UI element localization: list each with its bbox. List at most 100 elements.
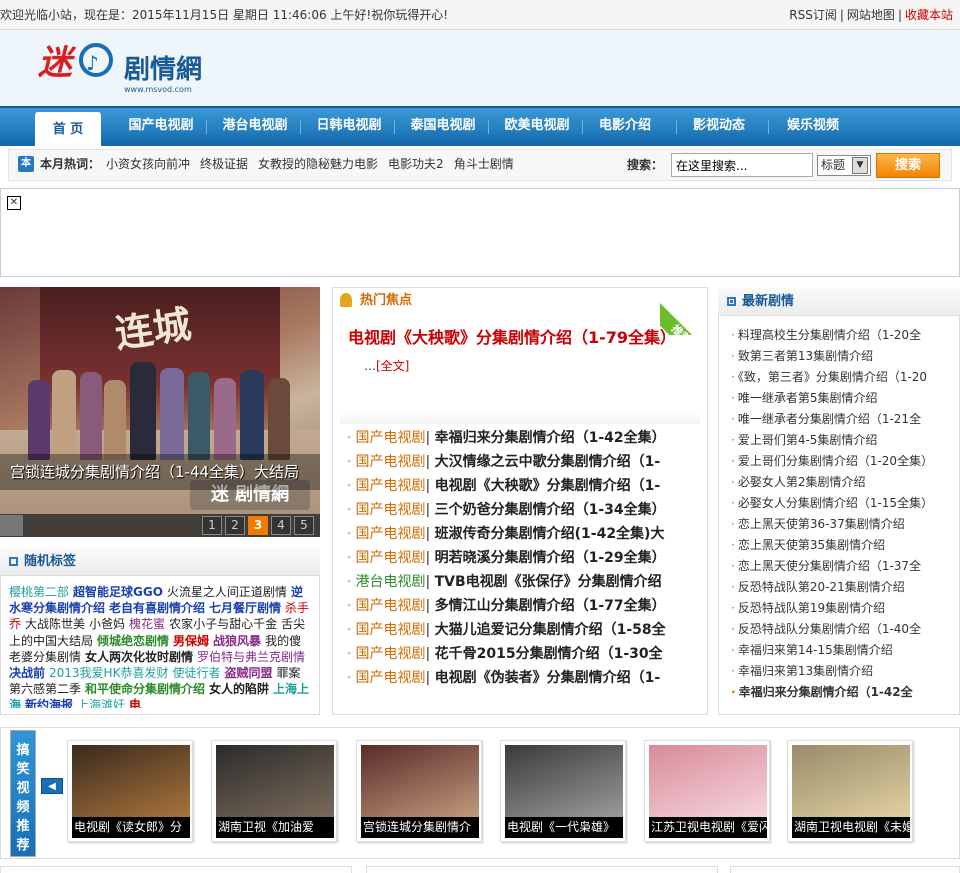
category-link[interactable]: 国产电视剧 bbox=[355, 622, 425, 638]
tag-link[interactable]: 使徒行者 bbox=[172, 666, 220, 680]
tag-link[interactable]: 小爸妈 bbox=[89, 617, 125, 631]
category-link[interactable]: 港台电视剧 bbox=[355, 574, 425, 590]
item-title-link[interactable]: 明若晓溪分集剧情介绍（1-29全集） bbox=[435, 550, 666, 566]
video-thumb-image[interactable] bbox=[649, 745, 767, 817]
item-title-link[interactable]: 电视剧《大秧歌》分集剧情介绍（1- bbox=[435, 478, 661, 494]
item-title-link[interactable]: 班淑传奇分集剧情介绍(1-42全集)大 bbox=[435, 526, 665, 542]
tag-link[interactable]: 火流星之人间正道剧情 bbox=[167, 585, 287, 599]
nav-item-thai[interactable]: 泰国电视剧 bbox=[400, 108, 486, 146]
latest-item-link[interactable]: 恋上黑天使第35集剧情介绍 bbox=[738, 538, 885, 552]
item-title-link[interactable]: 花千骨2015分集剧情介绍（1-30全 bbox=[435, 646, 663, 662]
latest-item-link[interactable]: 必娶女人第2集剧情介绍 bbox=[738, 475, 866, 489]
hot-focus-item[interactable]: · 国产电视剧| 明若晓溪分集剧情介绍（1-29全集） bbox=[347, 549, 683, 567]
latest-item-link[interactable]: 爱上哥们第4-5集剧情介绍 bbox=[738, 433, 878, 447]
latest-item[interactable]: · 恋上黑天使第36-37集剧情介绍 bbox=[731, 516, 931, 532]
category-link[interactable]: 国产电视剧 bbox=[355, 646, 425, 662]
video-thumb-image[interactable] bbox=[216, 745, 334, 817]
tag-link[interactable]: 男保姆 bbox=[173, 634, 209, 648]
video-thumb[interactable]: 宫锁连城分集剧情介 bbox=[356, 740, 482, 842]
hot-focus-item[interactable]: · 港台电视剧| TVB电视剧《张保仔》分集剧情介绍 bbox=[347, 573, 683, 591]
video-thumb[interactable]: 电视剧《读女郎》分 bbox=[67, 740, 193, 842]
category-link[interactable]: 国产电视剧 bbox=[355, 430, 425, 446]
tag-link[interactable]: 罗伯特与弗兰克剧情 bbox=[197, 650, 305, 664]
tag-link[interactable]: 老自有喜剧情介绍 bbox=[109, 601, 205, 615]
item-title-link[interactable]: TVB电视剧《张保仔》分集剧情介绍 bbox=[435, 574, 662, 590]
tag-link[interactable]: 槐花蜜 bbox=[129, 617, 165, 631]
close-icon[interactable]: ✕ bbox=[7, 196, 21, 210]
slide-page-5[interactable]: 5 bbox=[294, 516, 314, 535]
search-input[interactable] bbox=[671, 153, 813, 177]
latest-item[interactable]: · 反恐特战队第20-21集剧情介绍 bbox=[731, 579, 931, 595]
hot-word-link[interactable]: 女教授的隐秘魅力电影 bbox=[258, 157, 378, 171]
site-logo[interactable]: 迷 ♪ 剧情網 www.msvod.com bbox=[38, 40, 218, 95]
tag-link[interactable]: 决战前 bbox=[9, 666, 45, 680]
item-title-link[interactable]: 幸福归来分集剧情介绍（1-42全集） bbox=[435, 430, 666, 446]
hot-focus-item[interactable]: · 国产电视剧| 大猫儿追爱记分集剧情介绍（1-58全 bbox=[347, 621, 683, 639]
category-link[interactable]: 国产电视剧 bbox=[355, 526, 425, 542]
read-more-link[interactable]: [全文] bbox=[376, 359, 409, 373]
category-link[interactable]: 国产电视剧 bbox=[355, 478, 425, 494]
hot-focus-item[interactable]: · 国产电视剧| 电视剧《伪装者》分集剧情介绍（1- bbox=[347, 669, 683, 687]
latest-item[interactable]: · 爱上哥们分集剧情介绍（1-20全集） bbox=[731, 453, 931, 469]
category-link[interactable]: 国产电视剧 bbox=[355, 670, 425, 686]
chevron-down-icon[interactable]: ▼ bbox=[852, 157, 868, 174]
hot-focus-item[interactable]: · 国产电视剧| 幸福归来分集剧情介绍（1-42全集） bbox=[347, 429, 683, 447]
latest-item-link[interactable]: 必娶女人分集剧情介绍（1-15全集） bbox=[738, 496, 931, 510]
latest-item[interactable]: · 反恐特战队第19集剧情介绍 bbox=[731, 600, 931, 616]
latest-item[interactable]: · 唯一继承者分集剧情介绍（1-21全 bbox=[731, 411, 931, 427]
tag-link[interactable]: 盗贼同盟 bbox=[224, 666, 272, 680]
latest-item-link[interactable]: 唯一继承者分集剧情介绍（1-21全 bbox=[738, 412, 921, 426]
video-thumb-image[interactable] bbox=[361, 745, 479, 817]
tag-link[interactable]: 女人两次化妆时剧情 bbox=[85, 650, 193, 664]
hot-focus-item[interactable]: · 国产电视剧| 三个奶爸分集剧情介绍（1-34全集） bbox=[347, 501, 683, 519]
video-thumb[interactable]: 湖南卫视《加油爱 bbox=[211, 740, 337, 842]
hot-word-link[interactable]: 小资女孩向前冲 bbox=[106, 157, 190, 171]
tag-link[interactable]: 和平使命分集剧情介绍 bbox=[85, 682, 205, 696]
hot-word-link[interactable]: 角斗士剧情 bbox=[454, 157, 514, 171]
hot-focus-item[interactable]: · 国产电视剧| 花千骨2015分集剧情介绍（1-30全 bbox=[347, 645, 683, 663]
item-title-link[interactable]: 大汉情缘之云中歌分集剧情介绍（1- bbox=[435, 454, 661, 470]
video-thumb-image[interactable] bbox=[792, 745, 910, 817]
arrow-left-icon[interactable]: ◀ bbox=[41, 778, 63, 794]
video-thumb-image[interactable] bbox=[505, 745, 623, 817]
item-title-link[interactable]: 电视剧《伪装者》分集剧情介绍（1- bbox=[435, 670, 661, 686]
video-thumb-caption[interactable]: 湖南卫视电视剧《未婚 bbox=[792, 817, 910, 838]
video-thumb[interactable]: 湖南卫视电视剧《未婚 bbox=[787, 740, 913, 842]
hot-word-link[interactable]: 电影功夫2 bbox=[388, 157, 444, 171]
video-thumb-caption[interactable]: 宫锁连城分集剧情介 bbox=[361, 817, 479, 838]
tag-link[interactable]: 上海滩奸 bbox=[77, 698, 125, 708]
nav-item-movies[interactable]: 电影介绍 bbox=[582, 108, 668, 146]
latest-item[interactable]: · 爱上哥们第4-5集剧情介绍 bbox=[731, 432, 931, 448]
tag-link[interactable]: 电 bbox=[129, 698, 141, 708]
latest-item-link[interactable]: 致第三者第13集剧情介绍 bbox=[738, 349, 873, 363]
latest-item-link[interactable]: 反恐特战队第20-21集剧情介绍 bbox=[738, 580, 905, 594]
latest-item-link[interactable]: 恋上黑天使第36-37集剧情介绍 bbox=[738, 517, 905, 531]
tag-link[interactable]: 大战陈世美 bbox=[25, 617, 85, 631]
slide-caption[interactable]: 宫锁连城分集剧情介绍（1-44全集）大结局 bbox=[10, 463, 299, 481]
latest-item-link[interactable]: 反恐特战队第19集剧情介绍 bbox=[738, 601, 885, 615]
latest-item[interactable]: · 恋上黑天使第35集剧情介绍 bbox=[731, 537, 931, 553]
latest-item-link[interactable]: 幸福归来第13集剧情介绍 bbox=[738, 664, 873, 678]
tag-link[interactable]: 倾城绝恋剧情 bbox=[97, 634, 169, 648]
slide-page-3[interactable]: 3 bbox=[248, 516, 268, 535]
nav-item-domestic[interactable]: 国产电视剧 bbox=[118, 108, 204, 146]
latest-item[interactable]: · 反恐特战队分集剧情介绍（1-40全 bbox=[731, 621, 931, 637]
latest-item[interactable]: · 必娶女人第2集剧情介绍 bbox=[731, 474, 931, 490]
bookmark-link[interactable]: 收藏本站 bbox=[902, 8, 956, 22]
latest-item-link[interactable]: 反恐特战队分集剧情介绍（1-40全 bbox=[738, 622, 921, 636]
hot-focus-item[interactable]: · 国产电视剧| 大汉情缘之云中歌分集剧情介绍（1- bbox=[347, 453, 683, 471]
category-link[interactable]: 国产电视剧 bbox=[355, 502, 425, 518]
video-thumb-caption[interactable]: 湖南卫视《加油爱 bbox=[216, 817, 334, 838]
item-title-link[interactable]: 大猫儿追爱记分集剧情介绍（1-58全 bbox=[435, 622, 666, 638]
nav-item-news[interactable]: 影视动态 bbox=[676, 108, 762, 146]
slide-thumb[interactable] bbox=[0, 515, 23, 536]
item-title-link[interactable]: 多情江山分集剧情介绍（1-77全集） bbox=[435, 598, 666, 614]
tag-link[interactable]: 2013我爱HK恭喜发财 bbox=[49, 666, 168, 680]
sitemap-link[interactable]: 网站地图 bbox=[844, 8, 898, 22]
latest-item[interactable]: · 致第三者第13集剧情介绍 bbox=[731, 348, 931, 364]
latest-item-link[interactable]: 幸福归来第14-15集剧情介绍 bbox=[738, 643, 893, 657]
latest-item[interactable]: · 唯一继承者第5集剧情介绍 bbox=[731, 390, 931, 406]
video-thumb-caption[interactable]: 电视剧《读女郎》分 bbox=[72, 817, 190, 838]
hot-focus-item[interactable]: · 国产电视剧| 电视剧《大秧歌》分集剧情介绍（1- bbox=[347, 477, 683, 495]
tag-link[interactable]: 新约海报 bbox=[25, 698, 73, 708]
